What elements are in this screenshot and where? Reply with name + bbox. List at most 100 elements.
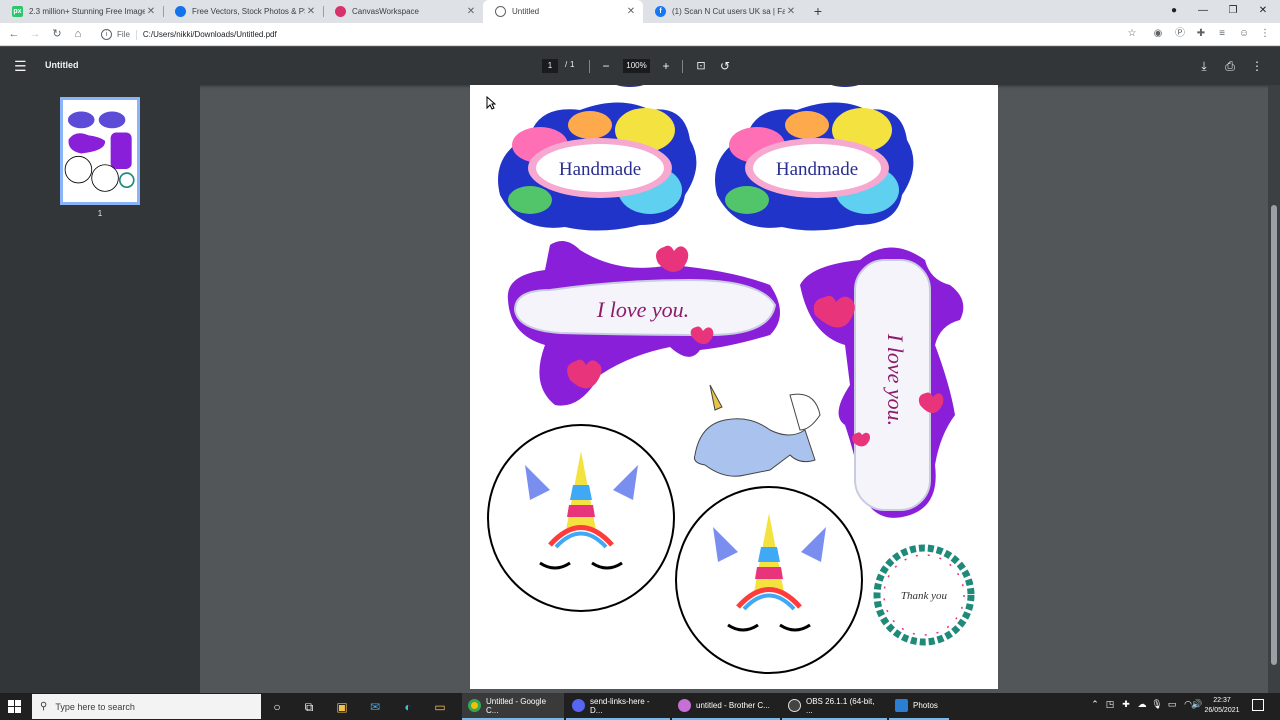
clock-time: 22:37 bbox=[1213, 697, 1231, 704]
handmade-text: Handmade bbox=[559, 159, 641, 180]
taskbar-app-obs[interactable]: OBS 26.1.1 (64-bit, ... bbox=[782, 693, 887, 720]
tab-label: Free Vectors, Stock Photos & PSD bbox=[192, 7, 305, 16]
thumbnail-page-number: 1 bbox=[97, 209, 103, 218]
onedrive-icon[interactable]: ☁ bbox=[1135, 699, 1149, 710]
info-icon[interactable]: i bbox=[101, 29, 112, 40]
tab-label: 2.3 million+ Stunning Free Image bbox=[29, 7, 145, 16]
partial-sticker-top bbox=[616, 85, 644, 87]
page-total: 1 bbox=[570, 60, 575, 69]
search-placeholder: Type here to search bbox=[55, 701, 135, 712]
tray-chevron-icon[interactable]: ⌃ bbox=[1088, 699, 1102, 710]
edge-icon[interactable]: ◐ bbox=[398, 697, 418, 717]
taskbar-search[interactable]: ⚲ Type here to search bbox=[32, 694, 261, 719]
home-icon[interactable]: ⌂ bbox=[70, 26, 86, 42]
tab-untitled[interactable]: Untitled ✕ bbox=[483, 0, 643, 23]
brother-canvas-icon bbox=[678, 699, 691, 712]
tab-facebook[interactable]: f (1) Scan N Cut users UK sa | Face ✕ bbox=[643, 0, 803, 23]
close-icon[interactable]: ✕ bbox=[305, 6, 317, 17]
reading-list-icon[interactable]: ≡ bbox=[1215, 27, 1229, 41]
close-icon[interactable]: ✕ bbox=[785, 6, 797, 17]
page-number-input[interactable]: 1 bbox=[542, 59, 558, 73]
facebook-icon: f bbox=[655, 6, 666, 17]
windows-start-icon[interactable] bbox=[8, 700, 21, 713]
thank-you-text: Thank you bbox=[901, 590, 948, 602]
extension-icon[interactable]: ◉ bbox=[1151, 27, 1165, 41]
scrollbar-thumb[interactable] bbox=[1271, 205, 1277, 665]
canvas-workspace-icon bbox=[335, 6, 346, 17]
handmade-text: Handmade bbox=[776, 159, 858, 180]
pdf-title: Untitled bbox=[45, 60, 79, 70]
love-sticker-vertical bbox=[800, 247, 964, 518]
back-icon[interactable]: ← bbox=[6, 26, 22, 42]
kebab-menu-icon[interactable]: ⋮ bbox=[1258, 27, 1272, 41]
tab-label: Untitled bbox=[512, 7, 540, 16]
minimize-icon[interactable]: — bbox=[1194, 2, 1212, 20]
new-tab-button[interactable]: + bbox=[810, 2, 826, 20]
system-clock[interactable]: 22:37 26/05/2021 bbox=[1200, 696, 1244, 716]
tab-freepik[interactable]: Free Vectors, Stock Photos & PSD ✕ bbox=[163, 0, 323, 23]
taskbar-app-chrome[interactable]: Untitled - Google C... bbox=[462, 693, 564, 720]
close-icon[interactable]: ✕ bbox=[465, 6, 477, 17]
store-icon[interactable]: ▣ bbox=[332, 697, 352, 717]
close-icon[interactable]: ✕ bbox=[145, 6, 157, 17]
more-options-icon[interactable]: ⋮ bbox=[1249, 58, 1265, 74]
forward-icon[interactable]: → bbox=[27, 26, 43, 42]
zoom-input[interactable]: 100% bbox=[623, 59, 650, 73]
unicorn-illustration bbox=[694, 384, 821, 477]
pinterest-icon[interactable]: Ⓟ bbox=[1173, 27, 1187, 41]
zoom-in-icon[interactable]: + bbox=[658, 58, 674, 74]
cortana-icon[interactable]: ○ bbox=[267, 697, 287, 717]
profile-icon[interactable]: ☺ bbox=[1237, 27, 1251, 41]
close-icon[interactable]: ✕ bbox=[625, 6, 637, 17]
fit-page-icon[interactable]: ⊡ bbox=[693, 58, 709, 74]
mouse-cursor-icon bbox=[486, 96, 496, 110]
page-thumbnail[interactable] bbox=[60, 97, 140, 205]
close-window-icon[interactable]: ✕ bbox=[1254, 2, 1272, 20]
tray-app-icon[interactable]: ◳ bbox=[1103, 699, 1117, 710]
taskbar-app-label: Photos bbox=[913, 701, 938, 710]
zoom-out-icon[interactable]: − bbox=[598, 58, 614, 74]
url-text[interactable]: C:/Users/nikki/Downloads/Untitled.pdf bbox=[143, 30, 277, 39]
sticker-sheet: Handmade Handmade I love you. I love you… bbox=[487, 85, 975, 674]
toolbar-divider bbox=[682, 60, 683, 73]
reload-icon[interactable]: ↻ bbox=[49, 26, 65, 42]
pdf-toolbar: ☰ Untitled 1 / 1 − 100% + ⊡ ↺ ⤓ ⎙ ⋮ bbox=[0, 47, 1280, 85]
taskbar-app-discord[interactable]: send-links-here - D... bbox=[566, 693, 670, 720]
task-view-icon[interactable]: ⧉ bbox=[299, 697, 319, 717]
hamburger-menu-icon[interactable]: ☰ bbox=[14, 58, 27, 75]
tab-canvas-workspace[interactable]: CanvasWorkspace ✕ bbox=[323, 0, 483, 23]
notification-center-icon[interactable] bbox=[1252, 699, 1264, 711]
taskbar-app-label: OBS 26.1.1 (64-bit, ... bbox=[806, 696, 875, 715]
microphone-icon[interactable]: 🎙 bbox=[1150, 699, 1164, 710]
globe-icon bbox=[495, 6, 506, 17]
tab-label: (1) Scan N Cut users UK sa | Face bbox=[672, 7, 785, 16]
page-separator: / bbox=[565, 60, 568, 69]
windows-taskbar: ⚲ Type here to search ○ ⧉ ▣ ✉ ◐ ▭ Untitl… bbox=[0, 693, 1280, 720]
bookmark-star-icon[interactable]: ☆ bbox=[1125, 27, 1139, 41]
tab-pixabay[interactable]: px 2.3 million+ Stunning Free Image ✕ bbox=[0, 0, 163, 23]
battery-icon[interactable]: ▭ bbox=[1165, 699, 1179, 710]
partial-sticker-top bbox=[831, 85, 859, 87]
pdf-page: Handmade Handmade I love you. I love you… bbox=[470, 85, 998, 689]
maximize-icon[interactable]: ❐ bbox=[1224, 2, 1242, 20]
print-icon[interactable]: ⎙ bbox=[1222, 58, 1238, 74]
taskbar-app-photos[interactable]: Photos bbox=[889, 693, 949, 720]
vertical-scrollbar[interactable] bbox=[1268, 85, 1280, 693]
mail-icon[interactable]: ✉ bbox=[365, 697, 385, 717]
tab-search-icon[interactable]: ● bbox=[1165, 2, 1183, 20]
thumbnail-preview bbox=[64, 111, 135, 192]
taskbar-app-label: Untitled - Google C... bbox=[486, 696, 547, 715]
taskbar-app-brother-canvas[interactable]: untitled - Brother C... bbox=[672, 693, 780, 720]
address-bar[interactable]: i File C:/Users/nikki/Downloads/Untitled… bbox=[95, 26, 1145, 43]
love-text-horizontal: I love you. bbox=[596, 297, 689, 322]
puzzle-icon[interactable]: ✚ bbox=[1194, 27, 1208, 41]
tab-label: CanvasWorkspace bbox=[352, 7, 419, 16]
file-explorer-icon[interactable]: ▭ bbox=[430, 697, 450, 717]
tray-antivirus-icon[interactable]: ✚ bbox=[1119, 699, 1133, 710]
clock-date: 26/05/2021 bbox=[1204, 707, 1240, 714]
browser-toolbar: ← → ↻ ⌂ i File C:/Users/nikki/Downloads/… bbox=[0, 23, 1280, 46]
download-icon[interactable]: ⤓ bbox=[1196, 58, 1212, 74]
rotate-icon[interactable]: ↺ bbox=[717, 58, 733, 74]
tab-strip: px 2.3 million+ Stunning Free Image ✕ Fr… bbox=[0, 0, 1280, 23]
unicorn-face-sticker bbox=[487, 424, 675, 612]
